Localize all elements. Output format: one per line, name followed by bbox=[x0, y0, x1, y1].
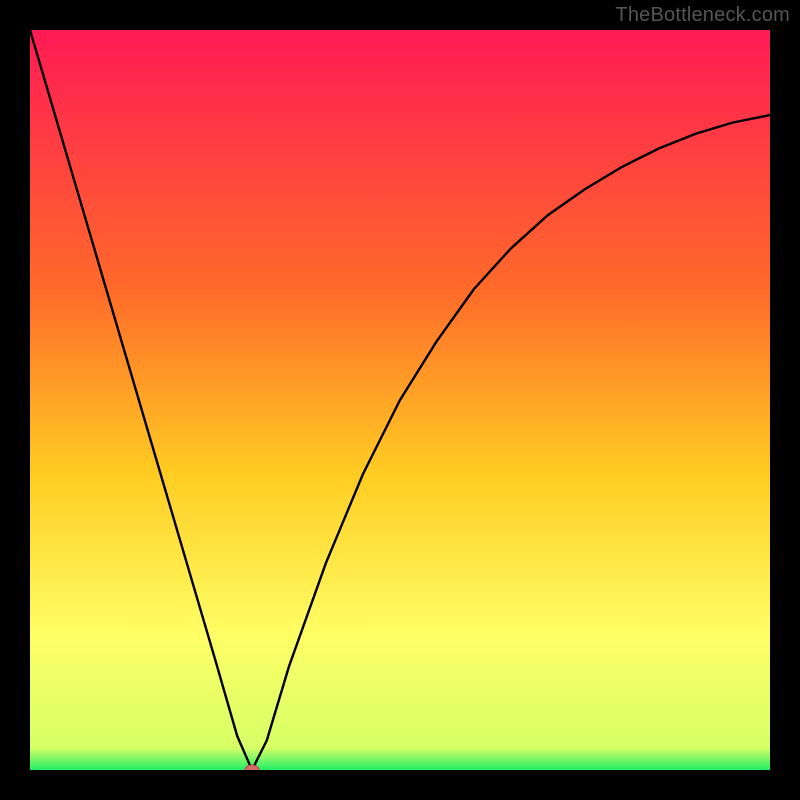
watermark-text: TheBottleneck.com bbox=[615, 4, 790, 27]
chart-frame: TheBottleneck.com bbox=[0, 0, 800, 800]
bottleneck-chart bbox=[30, 30, 770, 770]
